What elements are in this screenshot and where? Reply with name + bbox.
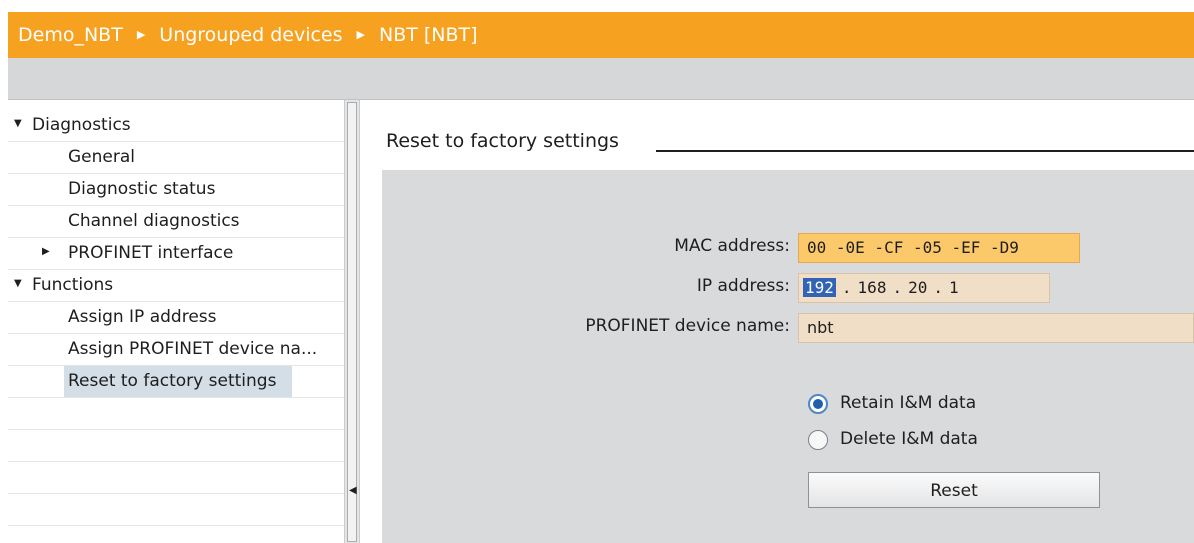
nav-empty-row (8, 398, 344, 430)
nav-item-assign-profinet-device-name[interactable]: Assign PROFINET device na... (8, 334, 344, 366)
triangle-right-icon[interactable]: ▶ (42, 247, 50, 257)
nav-item-label: Diagnostic status (68, 179, 216, 199)
triangle-down-icon[interactable]: ▼ (14, 279, 22, 289)
nav-group-diagnostics[interactable]: ▼ Diagnostics (8, 110, 344, 142)
nav-empty-row (8, 430, 344, 462)
nav-item-assign-ip-address[interactable]: Assign IP address (8, 302, 344, 334)
delete-im-data-radio[interactable] (808, 430, 828, 450)
nav-item-label: Reset to factory settings (68, 371, 277, 391)
nav-item-reset-to-factory-settings[interactable]: Reset to factory settings (8, 366, 344, 398)
breadcrumb-item-project[interactable]: Demo_NBT (18, 24, 123, 46)
nav-tree: ▼ Diagnostics General Diagnostic status … (8, 100, 344, 543)
triangle-down-icon[interactable]: ▼ (14, 119, 22, 129)
ip-octet-4[interactable]: 1 (949, 278, 959, 297)
nav-item-diagnostic-status[interactable]: Diagnostic status (8, 174, 344, 206)
ip-dot: . (933, 278, 943, 297)
nav-item-profinet-interface[interactable]: ▶ PROFINET interface (8, 238, 344, 270)
ip-dot: . (841, 278, 852, 297)
panel-splitter[interactable]: ◀ (344, 100, 360, 543)
nav-group-label: Functions (32, 275, 114, 295)
breadcrumb-item-group[interactable]: Ungrouped devices (159, 24, 342, 46)
section-title: Reset to factory settings (386, 130, 619, 152)
nav-item-general[interactable]: General (8, 142, 344, 174)
ip-address-field[interactable]: 192. 168. 20. 1 (798, 273, 1050, 303)
main-panel: Reset to factory settings MAC address: 0… (360, 100, 1194, 543)
ip-octet-2[interactable]: 168 (858, 278, 887, 297)
device-name-field[interactable]: nbt (798, 313, 1194, 343)
reset-button[interactable]: Reset (808, 472, 1100, 508)
nav-group-label: Diagnostics (32, 115, 131, 135)
toolbar (8, 58, 1194, 100)
nav-empty-row (8, 462, 344, 494)
nav-item-label: Channel diagnostics (68, 211, 240, 231)
mac-address-label: MAC address: (674, 236, 790, 256)
nav-item-label: General (68, 147, 135, 167)
chevron-right-icon: ▶ (356, 27, 365, 41)
breadcrumb-item-device[interactable]: NBT [NBT] (379, 24, 478, 46)
nav-item-label: Assign PROFINET device na... (68, 339, 318, 359)
retain-im-data-radio[interactable] (808, 394, 828, 414)
ip-octet-3[interactable]: 20 (908, 278, 927, 297)
reset-settings-form: MAC address: 00 -0E -CF -05 -EF -D9 IP a… (382, 170, 1194, 543)
nav-empty-row (8, 494, 344, 526)
breadcrumb: Demo_NBT ▶ Ungrouped devices ▶ NBT [NBT] (8, 12, 1194, 58)
nav-item-label: PROFINET interface (68, 243, 234, 263)
splitter-thumb[interactable] (347, 102, 357, 542)
nav-item-channel-diagnostics[interactable]: Channel diagnostics (8, 206, 344, 238)
ip-dot: . (892, 278, 903, 297)
device-name-label: PROFINET device name: (585, 316, 790, 336)
retain-im-data-label[interactable]: Retain I&M data (840, 393, 976, 413)
collapse-left-icon[interactable]: ◀ (349, 485, 357, 496)
nav-item-label: Assign IP address (68, 307, 217, 327)
ip-address-label: IP address: (696, 276, 790, 296)
delete-im-data-label[interactable]: Delete I&M data (840, 429, 978, 449)
ip-octet-1[interactable]: 192 (803, 278, 836, 297)
section-divider (656, 150, 1194, 152)
chevron-right-icon: ▶ (136, 27, 146, 41)
nav-group-functions[interactable]: ▼ Functions (8, 270, 344, 302)
mac-address-field: 00 -0E -CF -05 -EF -D9 (798, 233, 1080, 263)
